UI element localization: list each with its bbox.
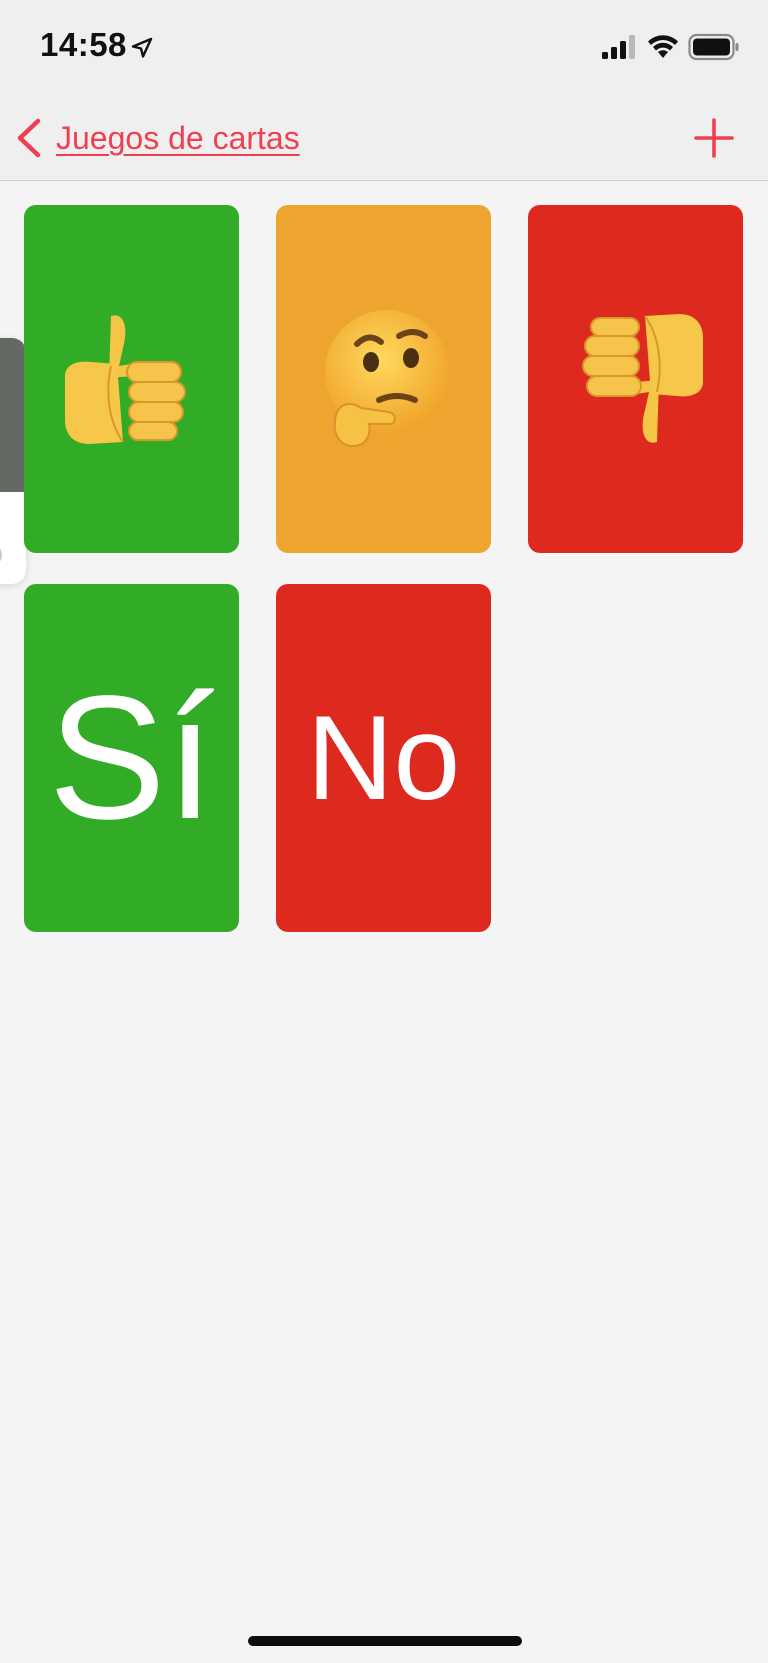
chevron-left-icon [17,118,41,158]
signal-icon [602,35,635,59]
thumbs-down-icon [581,314,703,443]
wifi-icon [648,35,678,58]
location-icon [131,37,153,58]
battery-icon [688,33,739,61]
card-label: Sí [48,660,215,856]
status-time: 14:58 [40,26,127,63]
side-panel-toggle[interactable] [0,544,2,566]
thumbs-up-icon [64,315,186,444]
thinking-face-icon [324,310,449,448]
card-thumbs-down[interactable] [528,205,743,553]
card-label: No [306,691,461,825]
card-thinking-face[interactable] [276,205,491,553]
status-bar: 14:58 [0,0,768,96]
home-indicator[interactable] [248,1636,522,1646]
card-si[interactable]: Sí [24,584,239,932]
side-panel[interactable] [0,338,26,584]
card-no[interactable]: No [276,584,491,932]
navigation-bar: Juegos de cartas [0,96,768,181]
back-button[interactable]: Juegos de cartas [14,108,300,168]
side-panel-header [0,338,26,492]
back-label: Juegos de cartas [56,119,300,156]
card-thumbs-up[interactable] [24,205,239,553]
plus-icon[interactable] [690,110,738,166]
